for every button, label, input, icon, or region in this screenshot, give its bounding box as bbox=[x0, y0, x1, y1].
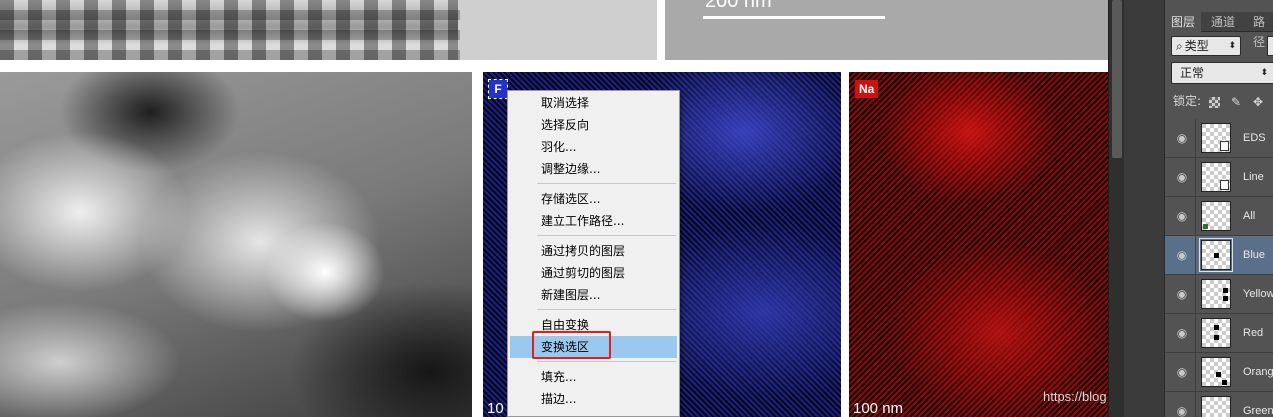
menu-item-transform-selection[interactable]: 变换选区 bbox=[510, 336, 677, 358]
layer-divider bbox=[1195, 197, 1196, 236]
thumb-mark bbox=[1203, 224, 1208, 229]
blend-mode-value: 正常 bbox=[1180, 66, 1205, 80]
filter-kind-label: 类型 bbox=[1184, 39, 1209, 53]
layer-row-yellow[interactable]: ◉ Yellow bbox=[1165, 275, 1273, 314]
layers-panel: 图层 通道 路径 ⌕ 类型 ⬍ 正常 ⬍ 锁定: ✎ ✥ ◉ EDS ◉ Line… bbox=[1164, 0, 1273, 417]
menu-separator bbox=[508, 358, 679, 366]
eye-icon[interactable]: ◉ bbox=[1175, 170, 1189, 184]
menu-item-select-inverse[interactable]: 选择反向 bbox=[508, 114, 679, 136]
eye-icon[interactable]: ◉ bbox=[1175, 131, 1189, 145]
layer-row-line[interactable]: ◉ Line bbox=[1165, 158, 1273, 197]
menu-item-layer-via-cut[interactable]: 通过剪切的图层 bbox=[508, 262, 679, 284]
layer-thumbnail bbox=[1201, 123, 1231, 153]
menu-item-new-layer[interactable]: 新建图层... bbox=[508, 284, 679, 306]
menu-separator bbox=[508, 180, 679, 188]
menu-item-deselect[interactable]: 取消选择 bbox=[508, 92, 679, 114]
layer-name: Blue bbox=[1243, 249, 1266, 261]
search-icon: ⌕ bbox=[1176, 39, 1183, 53]
layer-row-orange[interactable]: ◉ Orange bbox=[1165, 353, 1273, 392]
thumb-mark bbox=[1214, 325, 1219, 330]
eye-icon[interactable]: ◉ bbox=[1175, 248, 1189, 262]
brush-icon[interactable]: ✎ bbox=[1229, 95, 1243, 109]
layer-row-green[interactable]: ◉ Green bbox=[1165, 392, 1273, 417]
canvas-vertical-scrollbar[interactable] bbox=[1108, 0, 1124, 417]
smart-object-icon bbox=[1220, 141, 1229, 151]
panel-tab-bar: 图层 通道 路径 bbox=[1165, 12, 1273, 49]
layer-name: Red bbox=[1243, 327, 1264, 339]
eye-icon[interactable]: ◉ bbox=[1175, 326, 1189, 340]
thumb-mark bbox=[1223, 288, 1228, 293]
thumb-mark bbox=[1216, 372, 1221, 377]
tab-layers[interactable]: 图层 bbox=[1165, 12, 1202, 32]
layer-name: Orange bbox=[1243, 366, 1273, 378]
menu-item-refine-edge[interactable]: 调整边缘... bbox=[508, 158, 679, 180]
layer-row-red[interactable]: ◉ Red bbox=[1165, 314, 1273, 353]
layer-thumbnail bbox=[1199, 238, 1233, 272]
layer-divider bbox=[1195, 353, 1196, 392]
tab-paths[interactable]: 路径 bbox=[1247, 12, 1273, 49]
layer-row-all[interactable]: ◉ All bbox=[1165, 197, 1273, 236]
scrollbar-thumb[interactable] bbox=[1112, 0, 1122, 158]
menu-separator bbox=[508, 232, 679, 240]
scalebar-label-na: 100 nm bbox=[853, 400, 904, 417]
blend-mode-select[interactable]: 正常 ⬍ bbox=[1171, 62, 1273, 84]
layer-name: Yellow bbox=[1243, 288, 1273, 300]
panel-divider bbox=[1124, 0, 1164, 417]
menu-item-stroke[interactable]: 描边... bbox=[508, 388, 679, 410]
layer-filter-select[interactable]: ⌕ 类型 ⬍ bbox=[1171, 36, 1241, 56]
eye-icon[interactable]: ◉ bbox=[1175, 209, 1189, 223]
menu-item-save-selection[interactable]: 存储选区... bbox=[508, 188, 679, 210]
tem-image-top-left bbox=[0, 0, 657, 60]
updown-arrow-icon: ⬍ bbox=[1228, 41, 1236, 51]
layer-row-blue[interactable]: ◉ Blue bbox=[1165, 236, 1273, 275]
layer-divider bbox=[1195, 392, 1196, 417]
element-tag-f: F bbox=[488, 79, 508, 99]
layer-thumbnail bbox=[1201, 279, 1231, 309]
eds-map-na: Na 100 nm bbox=[849, 72, 1108, 417]
layer-name: Green bbox=[1243, 405, 1273, 417]
layer-row-eds[interactable]: ◉ EDS bbox=[1165, 119, 1273, 158]
layer-thumbnail bbox=[1201, 396, 1231, 417]
element-tag-na: Na bbox=[855, 80, 879, 98]
thumb-mark bbox=[1214, 335, 1219, 340]
context-menu: 取消选择 选择反向 羽化... 调整边缘... 存储选区... 建立工作路径..… bbox=[507, 90, 680, 417]
lock-label: 锁定: bbox=[1173, 94, 1202, 108]
menu-separator bbox=[508, 306, 679, 314]
layer-name: EDS bbox=[1243, 132, 1266, 144]
tab-channels[interactable]: 通道 bbox=[1205, 12, 1241, 32]
layer-thumbnail bbox=[1201, 162, 1231, 192]
layer-name: All bbox=[1243, 210, 1256, 222]
thumb-mark bbox=[1214, 253, 1219, 258]
layer-thumbnail bbox=[1201, 318, 1231, 348]
menu-item-make-work-path[interactable]: 建立工作路径... bbox=[508, 210, 679, 232]
smart-object-icon bbox=[1220, 180, 1229, 190]
layer-divider bbox=[1195, 158, 1196, 197]
updown-arrow-icon: ⬍ bbox=[1260, 68, 1268, 78]
layer-thumbnail bbox=[1201, 201, 1231, 231]
menu-item-layer-via-copy[interactable]: 通过拷贝的图层 bbox=[508, 240, 679, 262]
thumb-mark bbox=[1223, 296, 1228, 301]
menu-item-feather[interactable]: 羽化... bbox=[508, 136, 679, 158]
menu-item-fill[interactable]: 填充... bbox=[508, 366, 679, 388]
tem-image-grayscale bbox=[0, 72, 472, 417]
scalebar-label-f: 10 bbox=[487, 400, 504, 417]
layer-divider bbox=[1195, 275, 1196, 314]
eye-icon[interactable]: ◉ bbox=[1175, 365, 1189, 379]
menu-item-free-transform[interactable]: 自由变换 bbox=[508, 314, 679, 336]
eye-icon[interactable]: ◉ bbox=[1175, 287, 1189, 301]
tem-image-top-right: 200 nm bbox=[665, 0, 1108, 60]
layer-divider bbox=[1195, 236, 1196, 275]
layer-divider bbox=[1195, 314, 1196, 353]
layer-thumbnail bbox=[1201, 357, 1231, 387]
filter-toggle[interactable] bbox=[1267, 36, 1273, 56]
layer-name: Line bbox=[1243, 171, 1264, 183]
layer-divider bbox=[1195, 119, 1196, 158]
scalebar-label: 200 nm bbox=[705, 0, 772, 12]
eye-icon[interactable]: ◉ bbox=[1175, 404, 1189, 417]
thumb-mark bbox=[1222, 380, 1227, 385]
move-icon[interactable]: ✥ bbox=[1251, 95, 1265, 109]
scalebar bbox=[703, 16, 885, 19]
lock-transparent-pixels-icon[interactable] bbox=[1209, 97, 1220, 108]
